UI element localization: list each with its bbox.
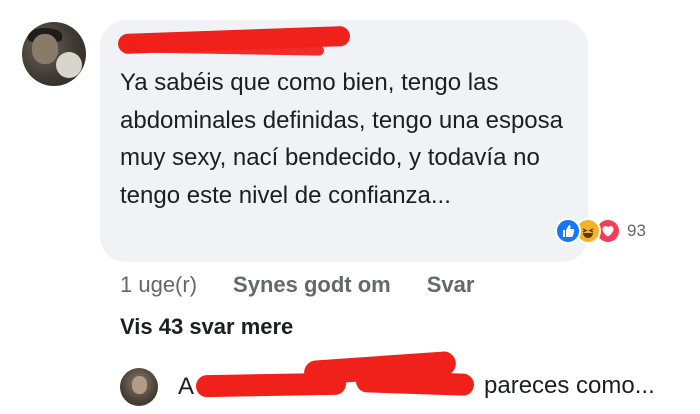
reply-author-avatar[interactable]	[120, 368, 158, 406]
avatar-face	[32, 34, 58, 64]
reply-text: pareces como...	[484, 372, 655, 399]
avatar-pet	[56, 52, 82, 78]
comment-timestamp[interactable]: 1 uge(r)	[120, 272, 197, 298]
comment-actions: 1 uge(r) Synes godt om Svar	[120, 270, 510, 300]
reply-name-redaction-3	[355, 369, 475, 397]
reaction-count: 93	[627, 221, 646, 240]
like-button[interactable]: Synes godt om	[233, 272, 391, 298]
reaction-summary[interactable]: 93	[555, 216, 646, 246]
avatar-face	[132, 376, 147, 394]
commenter-avatar[interactable]	[22, 22, 86, 86]
view-more-replies-link[interactable]: Vis 43 svar mere	[120, 314, 293, 340]
comment-text: Ya sabéis que como bien, tengo las abdom…	[120, 69, 563, 209]
like-icon	[555, 218, 581, 244]
reply-author-name[interactable]: A	[178, 373, 194, 401]
reply-button[interactable]: Svar	[427, 272, 475, 298]
